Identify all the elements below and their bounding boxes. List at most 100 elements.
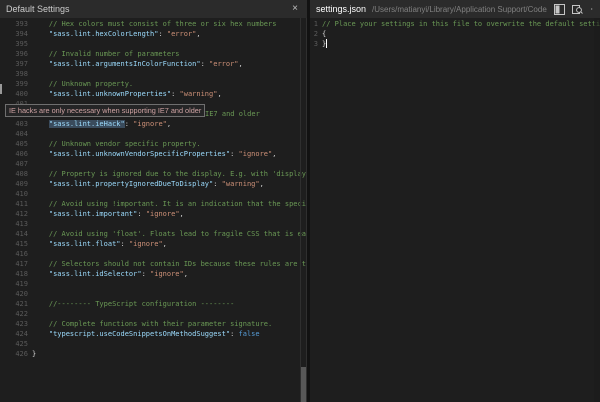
- line-number: 425: [0, 339, 28, 349]
- split-editor-icon[interactable]: [554, 4, 565, 15]
- code-text: // Avoid using 'float'. Floats lead to f…: [28, 229, 307, 239]
- code-line: 1 // Place your settings in this file to …: [310, 19, 600, 29]
- code-line: 2{: [310, 29, 600, 39]
- settings-json-pane: settings.json /Users/matianyi/Library/Ap…: [310, 0, 600, 402]
- code-line: 426}: [0, 349, 307, 359]
- code-line: 405 // Unknown vendor specific property.: [0, 139, 307, 149]
- code-line: 412 "sass.lint.important": "ignore",: [0, 209, 307, 219]
- code-token: "ignore": [133, 120, 167, 128]
- default-settings-tab[interactable]: Default Settings: [6, 4, 70, 14]
- code-text: // Unknown property.: [28, 79, 133, 89]
- default-settings-editor[interactable]: 393 // Hex colors must consist of three …: [0, 18, 307, 402]
- code-token: :: [213, 180, 221, 188]
- code-text: "sass.lint.unknownProperties": "warning"…: [28, 89, 222, 99]
- line-number: 405: [0, 139, 28, 149]
- code-line: 415 "sass.lint.float": "ignore",: [0, 239, 307, 249]
- right-scrollbar[interactable]: [594, 18, 600, 402]
- code-token: "ignore": [150, 270, 184, 278]
- line-number: 423: [0, 319, 28, 329]
- line-number: 426: [0, 349, 28, 359]
- code-token: ,: [239, 60, 243, 68]
- line-number: 418: [0, 269, 28, 279]
- code-token: ,: [196, 30, 200, 38]
- code-token: "error": [209, 60, 239, 68]
- code-token: [32, 90, 49, 98]
- code-text: // Hex colors must consist of three or s…: [28, 19, 276, 29]
- line-number: 409: [0, 179, 28, 189]
- vscode-window: Default Settings × 393 // Hex colors mus…: [0, 0, 600, 402]
- code-text: "sass.lint.hexColorLength": "error",: [28, 29, 201, 39]
- code-line: 400 "sass.lint.unknownProperties": "warn…: [0, 89, 307, 99]
- hover-tooltip: IE hacks are only necessary when support…: [5, 104, 205, 117]
- code-text: // Selectors should not contain IDs beca…: [28, 259, 307, 269]
- line-number: 420: [0, 289, 28, 299]
- line-number: 393: [0, 19, 28, 29]
- left-scrollbar-thumb[interactable]: [301, 367, 306, 402]
- code-text: {: [318, 29, 326, 39]
- code-token: "sass.lint.important": [49, 210, 138, 218]
- left-scrollbar[interactable]: [300, 18, 307, 402]
- code-line: 399 // Unknown property.: [0, 79, 307, 89]
- code-text: "sass.lint.ieHack": "ignore",: [28, 119, 171, 129]
- code-text: // Unknown vendor specific property.: [28, 139, 201, 149]
- code-token: ,: [167, 120, 171, 128]
- code-token: // Place your settings in this file to o…: [322, 20, 600, 28]
- settings-json-path: /Users/matianyi/Library/Application Supp…: [372, 5, 547, 14]
- code-token: ,: [217, 90, 221, 98]
- code-text: "sass.lint.float": "ignore",: [28, 239, 167, 249]
- code-line: 3}: [310, 39, 600, 49]
- code-token: :: [137, 210, 145, 218]
- preview-icon[interactable]: [572, 4, 583, 15]
- code-text: "typescript.useCodeSnippetsOnMethodSugge…: [28, 329, 260, 339]
- code-token: "sass.lint.propertyIgnoredDueToDisplay": [49, 180, 213, 188]
- code-token: "sass.lint.unknownProperties": [49, 90, 171, 98]
- code-line: 417 // Selectors should not contain IDs …: [0, 259, 307, 269]
- code-token: // Avoid using !important. It is an indi…: [32, 200, 307, 208]
- code-token: :: [201, 60, 209, 68]
- code-line: 414 // Avoid using 'float'. Floats lead …: [0, 229, 307, 239]
- default-settings-pane: Default Settings × 393 // Hex colors mus…: [0, 0, 307, 402]
- code-text: "sass.lint.propertyIgnoredDueToDisplay":…: [28, 179, 264, 189]
- code-line: 398: [0, 69, 307, 79]
- code-line: 416: [0, 249, 307, 259]
- code-token: // Avoid using 'float'. Floats lead to f…: [32, 230, 307, 238]
- line-number: 397: [0, 59, 28, 69]
- settings-json-editor[interactable]: 1 // Place your settings in this file to …: [310, 18, 600, 402]
- code-token: [32, 30, 49, 38]
- line-number: 412: [0, 209, 28, 219]
- line-number: 422: [0, 309, 28, 319]
- code-token: [32, 330, 49, 338]
- code-line: 421 //-------- TypeScript configuration …: [0, 299, 307, 309]
- code-line: 393 // Hex colors must consist of three …: [0, 19, 307, 29]
- line-number: 411: [0, 199, 28, 209]
- code-token: ,: [180, 210, 184, 218]
- line-number: 1: [310, 19, 318, 29]
- code-token: [32, 120, 49, 128]
- line-number: 403: [0, 119, 28, 129]
- code-line: 402IE hacks are only necessary when supp…: [0, 109, 307, 119]
- line-number: 2: [310, 29, 318, 39]
- text-cursor: [326, 39, 327, 48]
- code-token: // Selectors should not contain IDs beca…: [32, 260, 307, 268]
- line-number: 399: [0, 79, 28, 89]
- settings-json-tab[interactable]: settings.json: [316, 4, 366, 14]
- code-text: "sass.lint.important": "ignore",: [28, 209, 184, 219]
- line-number: 394: [0, 29, 28, 39]
- code-text: // Invalid number of parameters: [28, 49, 180, 59]
- code-line: 396 // Invalid number of parameters: [0, 49, 307, 59]
- close-icon[interactable]: ×: [289, 4, 301, 14]
- code-token: ,: [184, 270, 188, 278]
- code-token: // Complete functions with their paramet…: [32, 320, 272, 328]
- code-token: [32, 210, 49, 218]
- code-token: [32, 150, 49, 158]
- line-number: 3: [310, 39, 318, 49]
- code-text: // Avoid using !important. It is an indi…: [28, 199, 307, 209]
- line-number: 410: [0, 189, 28, 199]
- more-actions-icon[interactable]: ⋯: [590, 4, 594, 15]
- code-token: "error": [167, 30, 197, 38]
- line-number: 417: [0, 259, 28, 269]
- line-number: 414: [0, 229, 28, 239]
- code-token: // Property is ignored due to the displa…: [32, 170, 307, 178]
- settings-json-tabbar: settings.json /Users/matianyi/Library/Ap…: [310, 0, 600, 18]
- code-token: "ignore": [129, 240, 163, 248]
